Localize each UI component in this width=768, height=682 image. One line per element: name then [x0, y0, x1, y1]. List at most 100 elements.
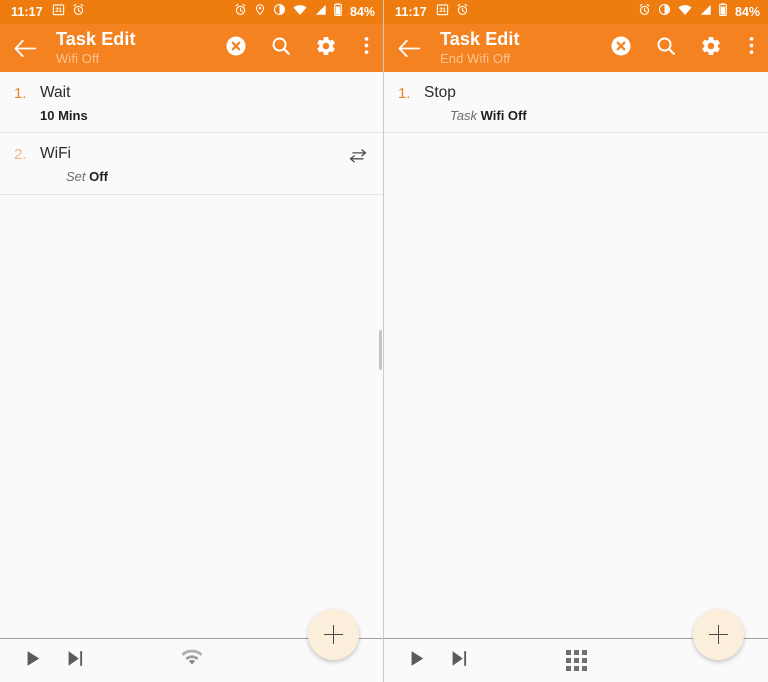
action-body: WiFi Set Off	[40, 145, 347, 184]
play-icon	[410, 650, 425, 672]
calendar-31-icon: 31	[52, 3, 65, 21]
task-action-list[interactable]: 1. Stop Task Wifi Off	[384, 72, 768, 638]
add-action-fab[interactable]	[308, 609, 359, 660]
status-bar: 11:17 31 84%	[384, 0, 768, 24]
plus-icon	[324, 625, 343, 644]
table-row[interactable]: 2. WiFi Set Off	[0, 133, 383, 195]
search-icon	[655, 35, 677, 62]
right-panel: 11:17 31 84% Task Edit End Wifi Off 1. S…	[384, 0, 768, 682]
action-title: WiFi	[40, 145, 71, 163]
vibrate-icon	[658, 3, 671, 21]
signal-icon	[699, 3, 712, 21]
more-vertical-icon	[749, 35, 754, 61]
search-icon	[270, 35, 292, 62]
left-panel: 11:17 31 84% Task Edit Wifi Off 1. Wait …	[0, 0, 384, 682]
action-detail: Task Wifi Off	[424, 108, 754, 124]
action-title: Wait	[40, 84, 71, 101]
status-bar-time: 11:17	[11, 4, 43, 19]
grid-icon	[565, 650, 587, 671]
add-action-fab[interactable]	[693, 609, 744, 660]
overflow-menu-button[interactable]	[357, 31, 375, 65]
wifi-icon	[293, 3, 307, 21]
cancel-button[interactable]	[221, 31, 251, 65]
status-bar: 11:17 31 84%	[0, 0, 383, 24]
play-icon	[26, 650, 41, 672]
status-bar-right-icons: 84%	[234, 3, 375, 21]
bottom-left-buttons	[410, 650, 468, 672]
action-body: Stop Task Wifi Off	[424, 84, 754, 123]
bottom-action-bar	[384, 609, 768, 682]
action-index: 1.	[398, 85, 411, 102]
action-body: Wait 10 Mins	[40, 84, 369, 123]
status-bar-time: 11:17	[395, 4, 427, 19]
cancel-button[interactable]	[606, 31, 636, 65]
alarm-clock-icon	[456, 3, 469, 21]
action-title: Stop	[424, 84, 456, 101]
settings-button[interactable]	[696, 31, 726, 65]
settings-button[interactable]	[311, 31, 341, 65]
svg-text:31: 31	[55, 8, 62, 14]
wifi-status-button[interactable]	[180, 649, 204, 672]
play-button[interactable]	[26, 650, 41, 672]
action-detail: 10 Mins	[40, 108, 369, 124]
calendar-31-icon: 31	[436, 3, 449, 21]
action-detail-value: 10 Mins	[40, 107, 88, 123]
plus-icon	[709, 625, 728, 644]
table-row[interactable]: 1. Stop Task Wifi Off	[384, 72, 768, 134]
toolbar-actions	[606, 31, 760, 65]
step-forward-icon	[67, 650, 84, 672]
swap-arrows-icon[interactable]	[347, 147, 369, 165]
action-detail-value: Off	[89, 169, 108, 185]
page-subtitle: Wifi Off	[56, 51, 100, 67]
toolbar-titles: Task Edit End Wifi Off	[440, 30, 520, 66]
battery-percentage: 84%	[734, 4, 760, 19]
bottom-left-buttons	[26, 650, 84, 672]
app-toolbar: Task Edit End Wifi Off	[384, 24, 768, 72]
bottom-action-bar	[0, 609, 383, 682]
battery-percentage: 84%	[349, 4, 375, 19]
signal-icon	[314, 3, 327, 21]
vibrate-icon	[273, 3, 286, 21]
action-detail-label: Task	[450, 107, 477, 123]
action-index: 1.	[14, 85, 27, 102]
status-bar-left-icons: 31	[52, 3, 85, 21]
alarm-clock-icon	[72, 3, 85, 21]
search-button[interactable]	[651, 31, 681, 65]
circle-x-icon	[610, 35, 632, 62]
task-action-list[interactable]: 1. Wait 10 Mins 2. WiFi Set Off	[0, 72, 383, 638]
battery-icon	[719, 3, 727, 21]
table-row[interactable]: 1. Wait 10 Mins	[0, 72, 383, 134]
action-detail-value: Wifi Off	[480, 107, 527, 123]
dual-screenshot-container: 11:17 31 84% Task Edit Wifi Off 1. Wait …	[0, 0, 768, 682]
toolbar-titles: Task Edit Wifi Off	[56, 30, 136, 66]
app-toolbar: Task Edit Wifi Off	[0, 24, 383, 72]
back-arrow-icon[interactable]	[394, 33, 424, 63]
play-button[interactable]	[410, 650, 425, 672]
action-detail-label: Set	[66, 169, 86, 185]
gear-icon	[700, 35, 722, 62]
gear-icon	[315, 35, 337, 62]
toolbar-actions	[221, 31, 375, 65]
page-subtitle: End Wifi Off	[440, 51, 511, 67]
search-button[interactable]	[266, 31, 296, 65]
svg-text:31: 31	[439, 8, 446, 14]
alarm-clock-icon	[234, 3, 247, 21]
back-arrow-icon[interactable]	[10, 33, 40, 63]
app-grid-button[interactable]	[565, 650, 587, 671]
wifi-icon	[678, 3, 692, 21]
list-scrollbar-thumb[interactable]	[379, 330, 382, 370]
page-title: Task Edit	[440, 29, 520, 50]
action-index: 2.	[14, 146, 27, 164]
status-bar-left-icons: 31	[436, 3, 469, 21]
more-vertical-icon	[364, 35, 369, 61]
step-forward-icon	[451, 650, 468, 672]
step-forward-button[interactable]	[67, 650, 84, 672]
alarm-clock-icon	[638, 3, 651, 21]
status-bar-right-icons: 84%	[638, 3, 760, 21]
battery-icon	[334, 3, 342, 21]
action-detail: Set Off	[40, 169, 347, 185]
overflow-menu-button[interactable]	[742, 31, 760, 65]
location-pin-icon	[254, 3, 266, 21]
step-forward-button[interactable]	[451, 650, 468, 672]
page-title: Task Edit	[56, 29, 136, 50]
